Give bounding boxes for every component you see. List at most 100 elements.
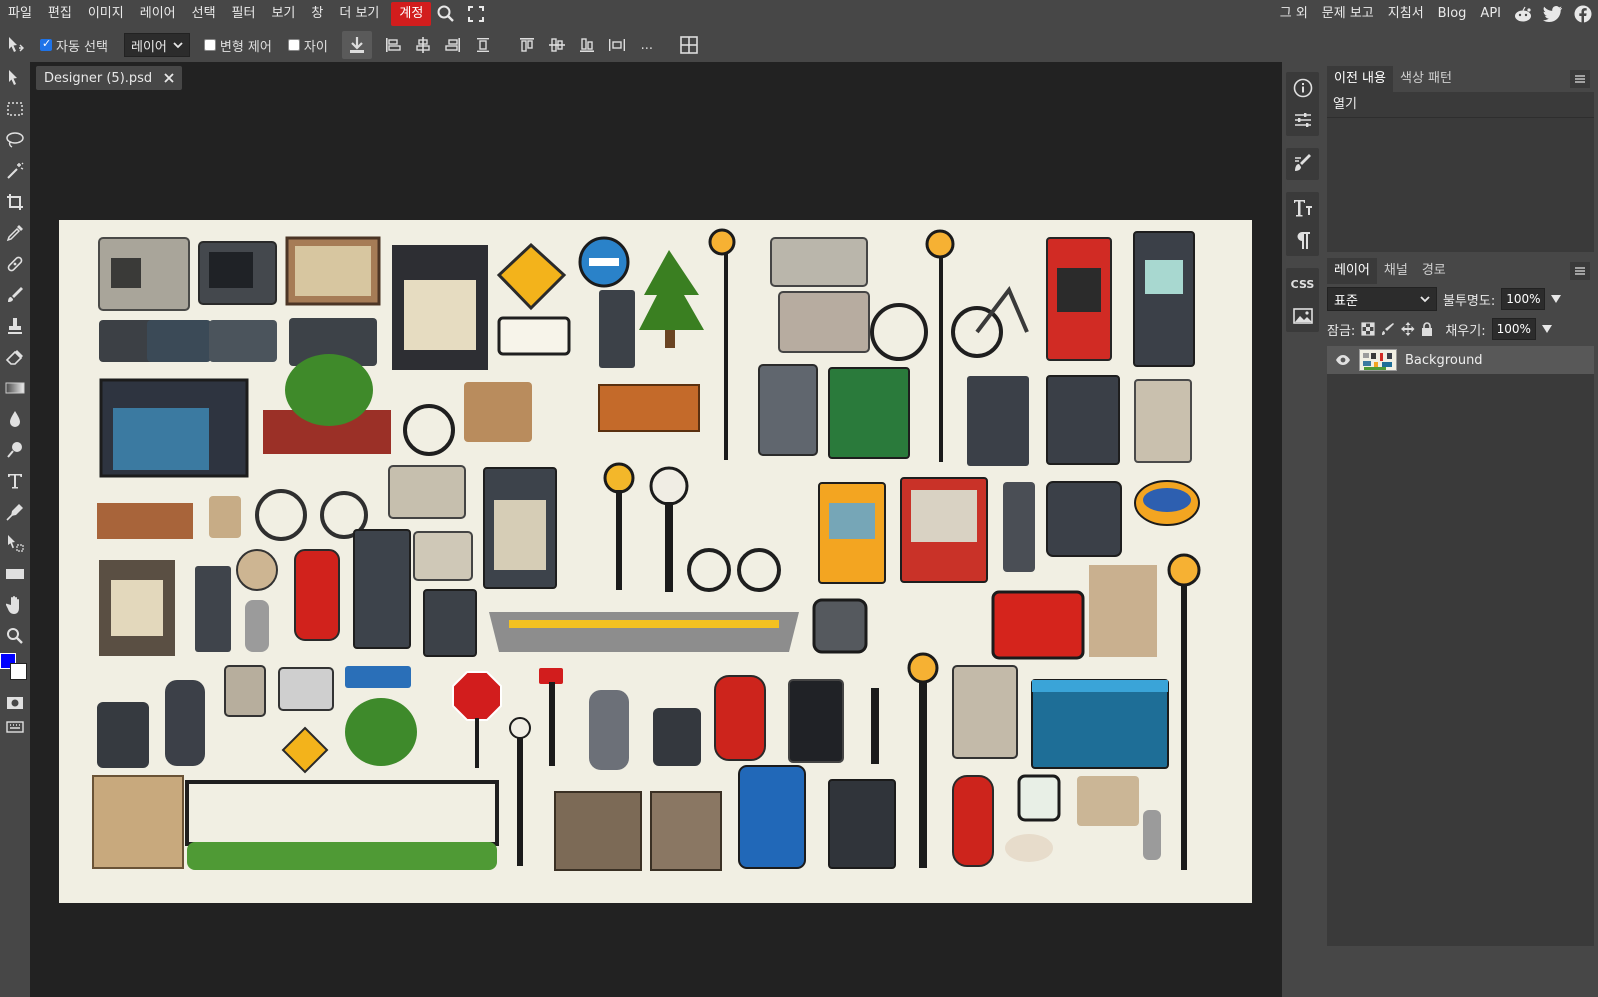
lock-transparency-icon[interactable] <box>1361 322 1375 336</box>
grid-layout-button[interactable] <box>674 31 704 59</box>
crop-tool[interactable] <box>0 186 30 217</box>
align-left-button[interactable] <box>378 31 408 59</box>
menu-select[interactable]: 선택 <box>184 2 224 26</box>
history-list: 열기 <box>1327 92 1594 252</box>
menu-api[interactable]: API <box>1473 2 1508 26</box>
color-swatches[interactable] <box>0 651 30 691</box>
menu-account[interactable]: 계정 <box>391 2 432 26</box>
menu-file[interactable]: 파일 <box>0 2 40 26</box>
menu-blog[interactable]: Blog <box>1431 2 1474 26</box>
distribute-v-button[interactable] <box>602 31 632 59</box>
auto-select-checkbox[interactable]: 자동 선택 <box>40 36 108 55</box>
opacity-input[interactable]: 100% <box>1501 288 1546 310</box>
align-bottom-button[interactable] <box>572 31 602 59</box>
facebook-icon[interactable] <box>1568 0 1598 28</box>
hand-tool[interactable] <box>0 589 30 620</box>
download-button[interactable] <box>341 31 372 59</box>
tab-history[interactable]: 이전 내용 <box>1327 66 1393 92</box>
menu-other[interactable]: 그 외 <box>1273 2 1315 26</box>
brush-settings-panel-button[interactable] <box>1286 148 1319 180</box>
info-panel-button[interactable] <box>1286 72 1319 104</box>
magic-wand-icon <box>7 162 24 179</box>
more-options-button[interactable]: ... <box>632 31 662 59</box>
align-center-h-button[interactable] <box>408 31 438 59</box>
adjustments-panel-button[interactable] <box>1286 104 1319 136</box>
lock-pixels-icon[interactable] <box>1381 322 1395 336</box>
character-panel-button[interactable] <box>1286 192 1319 224</box>
gradient-tool[interactable] <box>0 372 30 403</box>
background-color-swatch[interactable] <box>10 663 27 680</box>
search-icon[interactable] <box>431 2 461 26</box>
menu-edit[interactable]: 편집 <box>40 2 80 26</box>
menu-layer[interactable]: 레이어 <box>132 2 184 26</box>
history-entry[interactable]: 열기 <box>1327 92 1594 118</box>
lock-all-icon[interactable] <box>1421 322 1433 336</box>
chevron-down-icon <box>173 42 183 49</box>
caret-down-icon[interactable] <box>1551 295 1562 303</box>
tab-paths[interactable]: 경로 <box>1415 258 1453 284</box>
transform-control-checkbox[interactable]: 변형 제어 <box>203 36 272 55</box>
zoom-tool[interactable] <box>0 620 30 651</box>
auto-select-box[interactable] <box>40 37 52 51</box>
magic-wand-tool[interactable] <box>0 155 30 186</box>
menu-view[interactable]: 보기 <box>263 2 303 26</box>
type-tool[interactable] <box>0 465 30 496</box>
twitter-icon[interactable] <box>1538 0 1568 28</box>
align-right-button[interactable] <box>438 31 468 59</box>
marquee-tool[interactable] <box>0 93 30 124</box>
pen-tool[interactable] <box>0 496 30 527</box>
shape-tool[interactable] <box>0 558 30 589</box>
brush-tool[interactable] <box>0 279 30 310</box>
tab-layers[interactable]: 레이어 <box>1327 258 1377 284</box>
tab-swatches[interactable]: 색상 패턴 <box>1393 66 1459 92</box>
blend-opacity-row: 표준 불투명도: 100% <box>1323 284 1598 314</box>
history-panel-menu-button[interactable] <box>1570 70 1590 88</box>
menu-image[interactable]: 이미지 <box>80 2 132 26</box>
fill-input[interactable]: 100% <box>1491 318 1536 340</box>
fullscreen-icon[interactable] <box>461 2 491 26</box>
close-icon[interactable] <box>164 73 174 83</box>
reddit-icon[interactable] <box>1508 0 1538 28</box>
eye-icon[interactable] <box>1335 354 1351 366</box>
keyboard-icon <box>6 721 24 733</box>
eraser-tool[interactable] <box>0 341 30 372</box>
right-panels: 이전 내용 색상 패턴 열기 레이어 채널 경로 표준 불투명도: 100% 잠… <box>1323 62 1598 997</box>
quick-mask-tool[interactable] <box>0 691 30 715</box>
menu-guide[interactable]: 지침서 <box>1381 2 1431 26</box>
document-tab[interactable]: Designer (5).psd <box>36 66 183 90</box>
layers-panel-menu-button[interactable] <box>1570 262 1590 280</box>
lock-position-icon[interactable] <box>1401 322 1415 336</box>
distribute-h-button[interactable] <box>468 31 498 59</box>
paragraph-icon <box>1297 232 1310 249</box>
menu-window[interactable]: 창 <box>303 2 331 26</box>
distance-box[interactable] <box>287 39 300 51</box>
healing-brush-tool[interactable] <box>0 248 30 279</box>
menu-filter[interactable]: 필터 <box>224 2 264 26</box>
menu-report-problem[interactable]: 문제 보고 <box>1315 2 1381 26</box>
align-middle-v-button[interactable] <box>542 31 572 59</box>
layer-row[interactable]: Background <box>1327 346 1594 374</box>
hand-icon <box>6 595 19 614</box>
document-canvas[interactable] <box>59 220 1252 903</box>
image-panel-button[interactable] <box>1286 300 1319 332</box>
lasso-tool[interactable] <box>0 124 30 155</box>
dodge-tool[interactable] <box>0 434 30 465</box>
blur-tool[interactable] <box>0 403 30 434</box>
tab-channels[interactable]: 채널 <box>1377 258 1415 284</box>
transform-control-box[interactable] <box>203 39 216 51</box>
css-panel-button[interactable]: CSS <box>1286 268 1319 300</box>
auto-select-target-select[interactable]: 레이어 <box>123 33 190 57</box>
blend-mode-select[interactable]: 표준 <box>1327 287 1437 311</box>
paragraph-panel-button[interactable] <box>1286 224 1319 256</box>
distance-checkbox[interactable]: 자이 <box>287 36 328 55</box>
clone-stamp-tool[interactable] <box>0 310 30 341</box>
info-icon <box>1293 78 1312 98</box>
align-top-button[interactable] <box>512 31 542 59</box>
keyboard-tool[interactable] <box>0 715 30 739</box>
hamburger-icon <box>1575 75 1585 83</box>
path-select-tool[interactable] <box>0 527 30 558</box>
eyedropper-tool[interactable] <box>0 217 30 248</box>
move-tool[interactable] <box>0 62 30 93</box>
caret-down-icon[interactable] <box>1541 325 1552 333</box>
menu-more[interactable]: 더 보기 <box>331 2 387 26</box>
